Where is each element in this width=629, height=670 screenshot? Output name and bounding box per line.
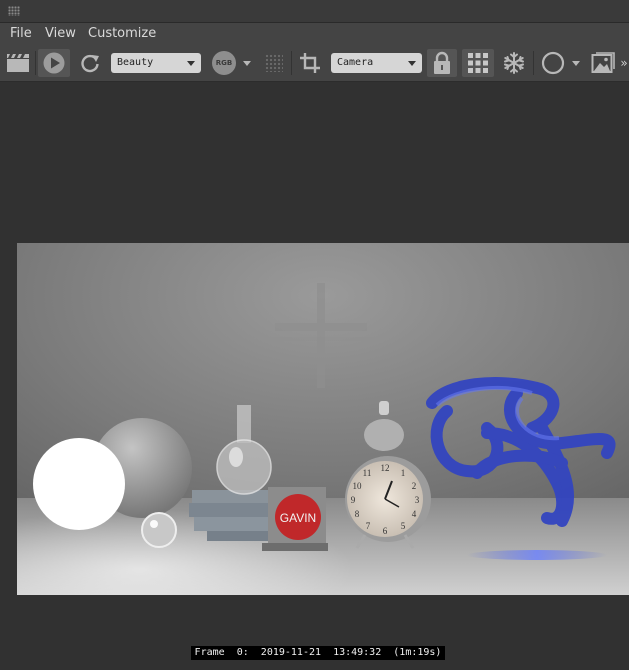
svg-text:12: 12 bbox=[381, 463, 390, 473]
refresh-icon bbox=[81, 54, 99, 73]
svg-text:7: 7 bbox=[366, 521, 371, 531]
clapperboard-icon bbox=[7, 54, 29, 72]
circle-icon bbox=[541, 51, 565, 75]
menu-customize[interactable]: Customize bbox=[88, 26, 156, 41]
refresh-button[interactable] bbox=[76, 49, 104, 77]
status-frame-label: Frame bbox=[194, 647, 225, 658]
separator bbox=[291, 51, 292, 75]
region-crop-button[interactable] bbox=[296, 49, 324, 77]
svg-text:4: 4 bbox=[412, 509, 417, 519]
image-icon bbox=[591, 52, 615, 73]
separator bbox=[35, 51, 36, 75]
rgb-channel-button[interactable]: RGB bbox=[209, 49, 239, 77]
display-mode-button[interactable] bbox=[538, 49, 568, 77]
chevron-down-icon bbox=[187, 61, 195, 66]
render-setup-button[interactable] bbox=[4, 49, 32, 77]
status-frame-number: 0: bbox=[236, 647, 249, 658]
caret-down-icon bbox=[572, 60, 580, 66]
status-date: 2019-11-21 bbox=[260, 647, 322, 658]
render-pass-value: Beauty bbox=[117, 57, 154, 68]
menu-bar: File View Customize bbox=[0, 23, 629, 45]
svg-text:6: 6 bbox=[383, 526, 388, 536]
render-image[interactable]: GAVIN 12 1 2 3 45 6 78 9 10 11 bbox=[17, 243, 629, 595]
caret-down-icon bbox=[243, 60, 251, 66]
freeze-button[interactable] bbox=[500, 49, 528, 77]
menu-file[interactable]: File bbox=[10, 26, 32, 41]
window-titlebar bbox=[0, 0, 629, 23]
toolbar-overflow-button[interactable]: » bbox=[619, 49, 629, 77]
menu-view[interactable]: View bbox=[45, 26, 76, 41]
svg-text:5: 5 bbox=[401, 521, 406, 531]
grid-icon bbox=[468, 53, 488, 73]
camera-dropdown[interactable]: Camera bbox=[331, 53, 422, 73]
svg-text:1: 1 bbox=[401, 468, 406, 478]
dotted-grid-button[interactable] bbox=[262, 49, 286, 77]
chevron-down-icon bbox=[408, 61, 416, 66]
bucket-grid-button[interactable] bbox=[462, 49, 494, 77]
save-image-button[interactable] bbox=[589, 49, 617, 77]
dotted-grid-icon bbox=[265, 54, 283, 72]
gavin-sign-label: GAVIN bbox=[280, 511, 316, 525]
snowflake-icon bbox=[504, 52, 524, 74]
render-scene-image: GAVIN 12 12 3 45 6 78 9 1011 bbox=[17, 243, 629, 595]
svg-text:10: 10 bbox=[353, 481, 363, 491]
crop-icon bbox=[300, 53, 320, 73]
svg-text:2: 2 bbox=[412, 481, 417, 491]
rgb-badge-icon: RGB bbox=[212, 51, 236, 75]
camera-value: Camera bbox=[337, 57, 374, 68]
start-render-button[interactable] bbox=[38, 49, 70, 77]
play-icon bbox=[43, 52, 65, 74]
display-mode-menu-button[interactable] bbox=[569, 49, 583, 77]
lock-camera-button[interactable] bbox=[427, 49, 457, 77]
separator bbox=[533, 51, 534, 75]
status-duration: (1m:19s) bbox=[393, 647, 442, 658]
svg-text:9: 9 bbox=[351, 495, 356, 505]
svg-text:3: 3 bbox=[415, 495, 420, 505]
render-status-bar: Frame 0: 2019-11-21 13:49:32 (1m:19s) bbox=[191, 646, 445, 660]
svg-text:8: 8 bbox=[355, 509, 360, 519]
status-time: 13:49:32 bbox=[333, 647, 382, 658]
render-toolbar: Beauty RGB Camera » bbox=[0, 45, 629, 82]
drag-grip-icon[interactable] bbox=[8, 6, 20, 16]
lock-icon bbox=[434, 51, 450, 74]
render-pass-dropdown[interactable]: Beauty bbox=[111, 53, 201, 73]
rgb-channel-menu-button[interactable] bbox=[240, 49, 254, 77]
svg-text:11: 11 bbox=[363, 468, 372, 478]
